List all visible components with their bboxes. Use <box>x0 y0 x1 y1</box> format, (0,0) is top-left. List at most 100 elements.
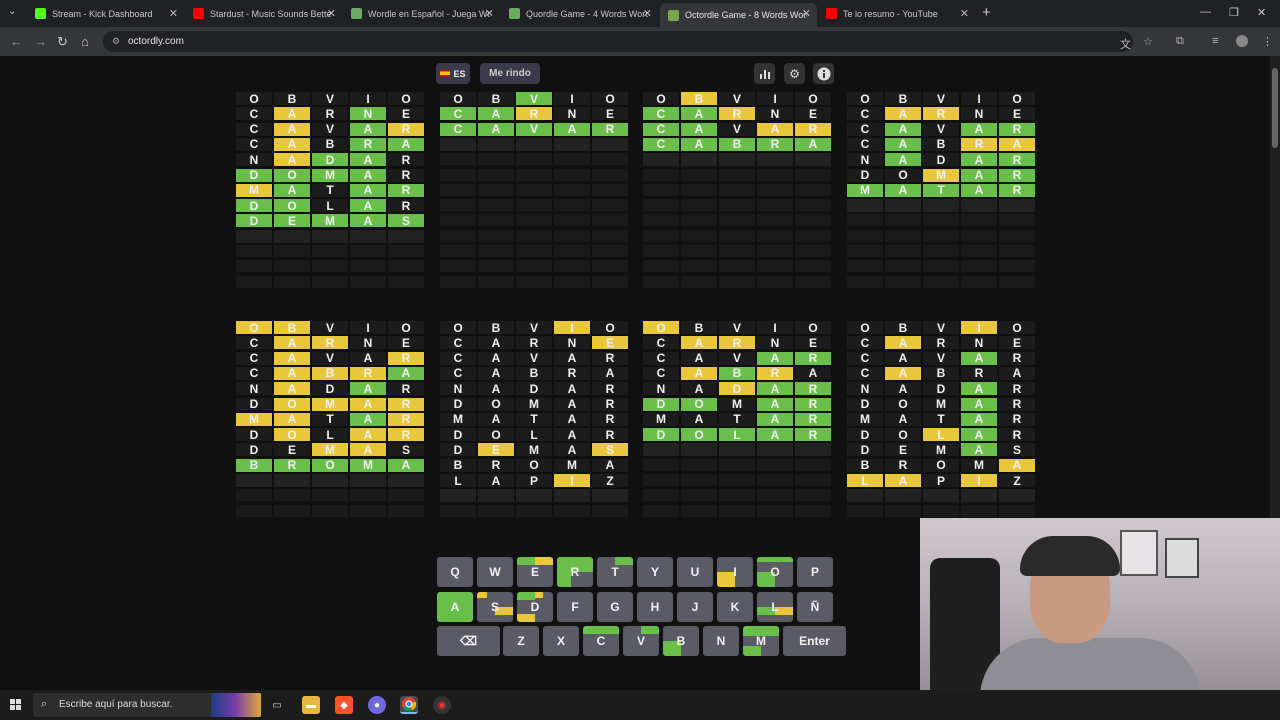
empty-tile <box>961 489 997 503</box>
tile: R <box>885 458 921 472</box>
empty-tile <box>274 504 310 517</box>
key-h[interactable]: H <box>637 592 673 622</box>
key-m[interactable]: M <box>743 626 779 656</box>
key-b[interactable]: B <box>663 626 699 656</box>
tile: A <box>554 412 590 426</box>
tile: R <box>795 351 831 365</box>
tile: C <box>236 137 272 151</box>
tile: A <box>999 137 1035 151</box>
tile: T <box>923 412 959 426</box>
empty-tile <box>516 153 552 166</box>
empty-tile <box>516 260 552 273</box>
key-i[interactable]: I <box>717 557 753 587</box>
tile: O <box>274 199 310 213</box>
windows-start-icon[interactable] <box>10 699 22 711</box>
brave-browser-icon[interactable]: ◆ <box>335 696 353 714</box>
backspace-key[interactable]: ⌫ <box>437 626 500 656</box>
tile: R <box>350 366 386 380</box>
tile: A <box>274 122 310 136</box>
empty-tile <box>961 275 997 288</box>
chrome-icon[interactable] <box>400 696 418 714</box>
tile: L <box>312 199 348 213</box>
key-s[interactable]: S <box>477 592 513 622</box>
key-a[interactable]: A <box>437 592 473 622</box>
tile: M <box>961 458 997 472</box>
tile: A <box>478 412 514 426</box>
taskbar-search-box[interactable]: ⌕ Escribe aquí para buscar. <box>33 693 261 717</box>
empty-tile <box>681 275 717 288</box>
key-o[interactable]: O <box>757 557 793 587</box>
key-label: H <box>650 600 660 614</box>
empty-tile <box>923 199 959 213</box>
tile: A <box>757 351 793 365</box>
key-y[interactable]: Y <box>637 557 673 587</box>
key-label: T <box>611 565 619 579</box>
tile: N <box>440 382 476 396</box>
key-z[interactable]: Z <box>503 626 539 656</box>
file-explorer-icon[interactable]: ▬ <box>302 696 320 714</box>
key-v[interactable]: V <box>623 626 659 656</box>
key-p[interactable]: P <box>797 557 833 587</box>
empty-tile <box>274 245 310 257</box>
tile: A <box>885 137 921 151</box>
tile: D <box>312 382 348 396</box>
key-g[interactable]: G <box>597 592 633 622</box>
key-c[interactable]: C <box>583 626 619 656</box>
empty-tile <box>554 489 590 503</box>
obs-recording-icon[interactable]: ◉ <box>433 696 451 714</box>
empty-tile <box>757 229 793 242</box>
key-x[interactable]: X <box>543 626 579 656</box>
key-e[interactable]: E <box>517 557 553 587</box>
empty-tile <box>681 458 717 471</box>
tile: A <box>478 474 514 488</box>
key-q[interactable]: Q <box>437 557 473 587</box>
tile: V <box>719 321 755 335</box>
tile: B <box>923 366 959 380</box>
streamer-cap <box>1020 536 1120 576</box>
tile: A <box>681 382 717 396</box>
key-t[interactable]: T <box>597 557 633 587</box>
empty-tile <box>388 489 424 502</box>
tile: A <box>388 458 424 472</box>
task-view-icon[interactable]: ▭ <box>268 696 286 714</box>
empty-tile <box>757 199 793 212</box>
empty-tile <box>757 275 793 288</box>
key-j[interactable]: J <box>677 592 713 622</box>
tile: C <box>440 336 476 350</box>
tile: B <box>312 366 348 380</box>
empty-tile <box>719 260 755 273</box>
tile: M <box>516 443 552 457</box>
key-n[interactable]: N <box>703 626 739 656</box>
tile: O <box>923 458 959 472</box>
tile: S <box>388 214 424 228</box>
key-u[interactable]: U <box>677 557 713 587</box>
key-l[interactable]: L <box>757 592 793 622</box>
tile: O <box>847 92 883 106</box>
scrollbar-thumb[interactable] <box>1272 68 1278 148</box>
empty-tile <box>440 229 476 242</box>
empty-tile <box>554 199 590 212</box>
tile: O <box>478 428 514 442</box>
key-ñ[interactable]: Ñ <box>797 592 833 622</box>
tile: A <box>885 412 921 426</box>
key-f[interactable]: F <box>557 592 593 622</box>
discord-icon[interactable]: ● <box>368 696 386 714</box>
key-d[interactable]: D <box>517 592 553 622</box>
key-w[interactable]: W <box>477 557 513 587</box>
tile: D <box>847 443 883 457</box>
empty-tile <box>312 504 348 517</box>
key-k[interactable]: K <box>717 592 753 622</box>
empty-tile <box>478 489 514 503</box>
key-r[interactable]: R <box>557 557 593 587</box>
tile: M <box>847 412 883 426</box>
enter-key[interactable]: Enter <box>783 626 846 656</box>
tile: R <box>795 122 831 136</box>
empty-tile <box>681 229 717 242</box>
tile: A <box>961 428 997 442</box>
empty-tile <box>999 260 1035 273</box>
empty-tile <box>681 245 717 257</box>
tile: O <box>388 321 424 335</box>
empty-tile <box>681 183 717 196</box>
tile: R <box>388 351 424 365</box>
tile: A <box>757 412 793 426</box>
